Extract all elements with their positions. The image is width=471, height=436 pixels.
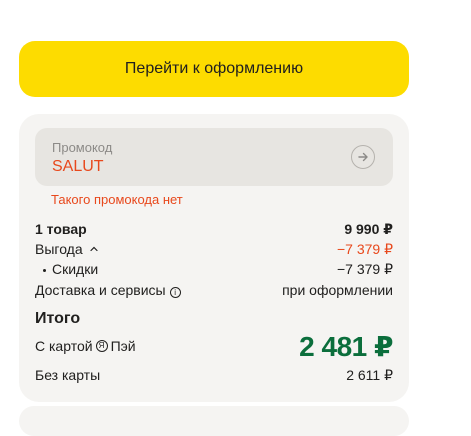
benefit-label: Выгода xyxy=(35,241,83,257)
discount-label-wrap: Скидки xyxy=(35,261,98,277)
card-price-label: С картой Я Пэй xyxy=(35,338,136,354)
discount-row: Скидки −7 379 ₽ xyxy=(35,259,393,279)
no-card-row: Без карты 2 611 ₽ xyxy=(35,365,393,385)
total-title: Итого xyxy=(35,310,81,327)
benefit-toggle[interactable]: Выгода xyxy=(35,241,99,257)
discount-label: Скидки xyxy=(52,261,99,277)
promo-submit-button[interactable] xyxy=(351,145,375,169)
no-card-price: 2 611 ₽ xyxy=(346,366,393,383)
bullet-icon xyxy=(43,268,46,272)
info-icon[interactable]: i xyxy=(169,287,181,299)
order-summary-card: Промокод SALUT Такого промокода нет 1 то… xyxy=(19,114,409,402)
yandex-logo-icon: Я xyxy=(95,340,108,352)
card-price-row: С картой Я Пэй 2 481 ₽ xyxy=(35,328,393,364)
checkout-button[interactable]: Перейти к оформлению xyxy=(19,41,409,97)
items-price: 9 990 ₽ xyxy=(344,220,393,237)
items-row: 1 товар 9 990 ₽ xyxy=(35,219,393,239)
items-label: 1 товар xyxy=(35,221,87,237)
no-card-label: Без карты xyxy=(35,367,101,383)
promo-code-field[interactable]: Промокод SALUT xyxy=(35,128,393,186)
benefit-row[interactable]: Выгода −7 379 ₽ xyxy=(35,239,393,259)
delivery-row: Доставка и сервисы i при оформлении xyxy=(35,280,393,300)
promo-error-message: Такого промокода нет xyxy=(51,192,183,207)
discount-value: −7 379 ₽ xyxy=(336,260,393,277)
card-price: 2 481 ₽ xyxy=(299,330,393,362)
benefit-value: −7 379 ₽ xyxy=(336,240,393,257)
delivery-label: Доставка и сервисы xyxy=(35,281,166,298)
next-card xyxy=(19,406,409,436)
total-title-row: Итого xyxy=(35,308,393,330)
chevron-up-icon xyxy=(90,246,98,252)
promo-code-input[interactable]: SALUT xyxy=(52,158,104,176)
delivery-label-wrap: Доставка и сервисы i xyxy=(35,282,181,299)
delivery-value: при оформлении xyxy=(282,282,393,298)
card-label-pay: Пэй xyxy=(110,338,136,354)
card-label-text: С картой xyxy=(35,338,93,354)
promo-code-label: Промокод xyxy=(52,140,113,155)
arrow-right-icon xyxy=(358,152,368,162)
